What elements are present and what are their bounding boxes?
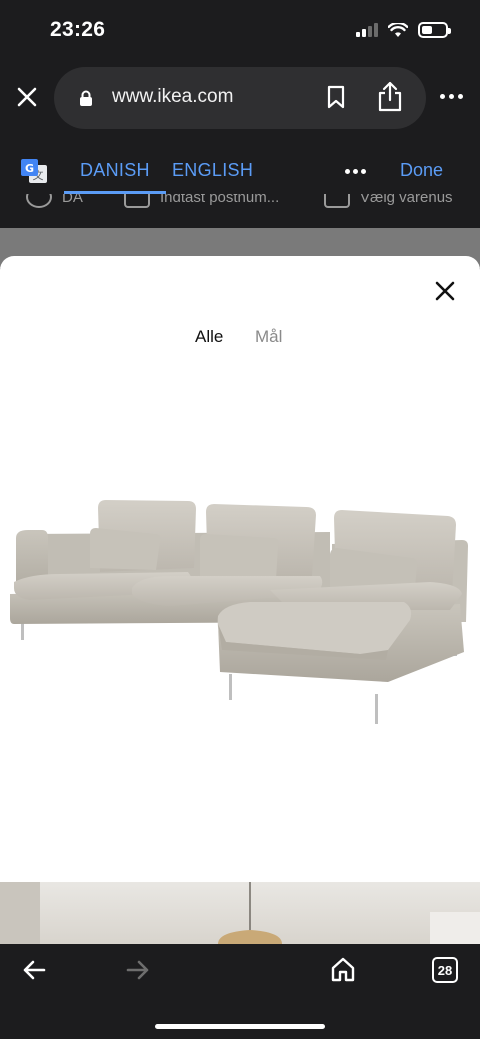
next-product-photo[interactable] [0,882,480,944]
cellular-signal-icon [356,23,378,37]
store-icon [324,194,350,208]
globe-icon [26,194,52,208]
tab-all[interactable]: Alle [195,327,223,347]
image-gallery-sheet: Alle Mål [0,256,480,882]
home-indicator[interactable] [155,1024,325,1029]
browser-toolbar: 28 [0,944,480,1039]
home-icon[interactable] [330,956,356,982]
translate-bar: 文 G DANISH ENGLISH Done [0,136,480,194]
forward-arrow-icon[interactable] [126,960,150,980]
room-photo [0,882,480,944]
sofa-product-image[interactable] [0,484,480,734]
google-translate-icon[interactable]: 文 G [20,158,48,186]
store-label: Vælg varehus [360,194,453,206]
browser-address-row: www.ikea.com [0,60,480,136]
more-options-icon[interactable] [440,94,463,99]
battery-icon [418,22,451,38]
done-button[interactable]: Done [400,160,443,181]
tab-english[interactable]: ENGLISH [172,160,253,181]
share-icon[interactable] [377,81,403,113]
store-selector[interactable]: Vælg varehus [324,194,453,208]
address-bar[interactable]: www.ikea.com [54,67,426,129]
language-selector[interactable]: DA [26,194,83,208]
ikea-utility-strip: DA Indtast postnum... Vælg varehus [0,194,480,228]
svg-text:G: G [25,162,34,175]
status-time: 23:26 [50,18,106,41]
tab-danish[interactable]: DANISH [80,160,150,181]
bookmark-icon[interactable] [326,85,346,109]
url-text[interactable]: www.ikea.com [112,86,233,108]
close-icon[interactable] [434,280,456,302]
truck-icon [124,194,150,208]
lock-icon [80,90,92,106]
translate-more-icon[interactable] [345,169,366,174]
wifi-icon [388,22,408,37]
status-icons [356,22,451,38]
status-bar: 23:26 [0,0,480,60]
tab-dimensions[interactable]: Mål [255,327,282,347]
close-icon[interactable] [14,84,40,110]
postcode-label: Indtast postnum... [160,194,280,206]
postcode-selector[interactable]: Indtast postnum... [124,194,279,208]
tab-switcher-button[interactable]: 28 [432,957,458,983]
back-arrow-icon[interactable] [22,960,46,980]
language-label: DA [62,194,83,206]
